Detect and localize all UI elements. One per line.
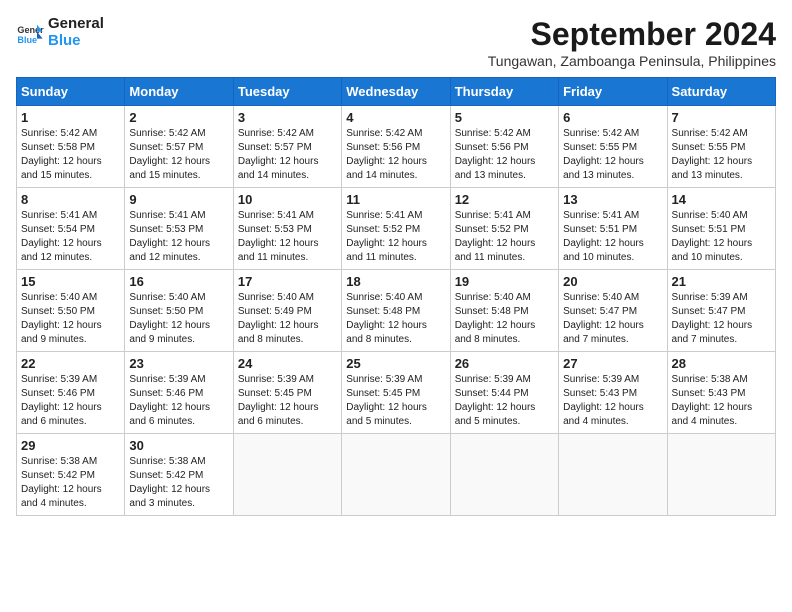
table-row: 22Sunrise: 5:39 AMSunset: 5:46 PMDayligh… (17, 352, 125, 434)
table-row: 21Sunrise: 5:39 AMSunset: 5:47 PMDayligh… (667, 270, 775, 352)
week-row-1: 1Sunrise: 5:42 AMSunset: 5:58 PMDaylight… (17, 106, 776, 188)
table-row: 8Sunrise: 5:41 AMSunset: 5:54 PMDaylight… (17, 188, 125, 270)
header-thursday: Thursday (450, 78, 558, 106)
table-row: 9Sunrise: 5:41 AMSunset: 5:53 PMDaylight… (125, 188, 233, 270)
table-row: 19Sunrise: 5:40 AMSunset: 5:48 PMDayligh… (450, 270, 558, 352)
svg-text:Blue: Blue (17, 34, 37, 44)
table-row: 18Sunrise: 5:40 AMSunset: 5:48 PMDayligh… (342, 270, 450, 352)
table-row: 26Sunrise: 5:39 AMSunset: 5:44 PMDayligh… (450, 352, 558, 434)
calendar-table: Sunday Monday Tuesday Wednesday Thursday… (16, 77, 776, 516)
table-row: 1Sunrise: 5:42 AMSunset: 5:58 PMDaylight… (17, 106, 125, 188)
table-row: 17Sunrise: 5:40 AMSunset: 5:49 PMDayligh… (233, 270, 341, 352)
table-row: 16Sunrise: 5:40 AMSunset: 5:50 PMDayligh… (125, 270, 233, 352)
table-row: 28Sunrise: 5:38 AMSunset: 5:43 PMDayligh… (667, 352, 775, 434)
table-row: 7Sunrise: 5:42 AMSunset: 5:55 PMDaylight… (667, 106, 775, 188)
logo-general: General (48, 16, 104, 33)
logo: General Blue General Blue (16, 16, 104, 49)
table-row: 20Sunrise: 5:40 AMSunset: 5:47 PMDayligh… (559, 270, 667, 352)
table-row: 2Sunrise: 5:42 AMSunset: 5:57 PMDaylight… (125, 106, 233, 188)
table-row (233, 434, 341, 516)
table-row: 24Sunrise: 5:39 AMSunset: 5:45 PMDayligh… (233, 352, 341, 434)
table-row (559, 434, 667, 516)
table-row: 14Sunrise: 5:40 AMSunset: 5:51 PMDayligh… (667, 188, 775, 270)
table-row: 6Sunrise: 5:42 AMSunset: 5:55 PMDaylight… (559, 106, 667, 188)
table-row: 15Sunrise: 5:40 AMSunset: 5:50 PMDayligh… (17, 270, 125, 352)
header-friday: Friday (559, 78, 667, 106)
header: General Blue General Blue September 2024… (16, 16, 776, 69)
location-title: Tungawan, Zamboanga Peninsula, Philippin… (488, 53, 776, 69)
table-row: 13Sunrise: 5:41 AMSunset: 5:51 PMDayligh… (559, 188, 667, 270)
table-row: 3Sunrise: 5:42 AMSunset: 5:57 PMDaylight… (233, 106, 341, 188)
table-row: 29Sunrise: 5:38 AMSunset: 5:42 PMDayligh… (17, 434, 125, 516)
header-wednesday: Wednesday (342, 78, 450, 106)
table-row: 27Sunrise: 5:39 AMSunset: 5:43 PMDayligh… (559, 352, 667, 434)
days-header-row: Sunday Monday Tuesday Wednesday Thursday… (17, 78, 776, 106)
month-title: September 2024 (488, 16, 776, 53)
header-monday: Monday (125, 78, 233, 106)
week-row-5: 29Sunrise: 5:38 AMSunset: 5:42 PMDayligh… (17, 434, 776, 516)
table-row: 12Sunrise: 5:41 AMSunset: 5:52 PMDayligh… (450, 188, 558, 270)
logo-blue: Blue (48, 33, 104, 50)
title-area: September 2024 Tungawan, Zamboanga Penin… (488, 16, 776, 69)
table-row: 5Sunrise: 5:42 AMSunset: 5:56 PMDaylight… (450, 106, 558, 188)
header-tuesday: Tuesday (233, 78, 341, 106)
table-row: 30Sunrise: 5:38 AMSunset: 5:42 PMDayligh… (125, 434, 233, 516)
table-row: 11Sunrise: 5:41 AMSunset: 5:52 PMDayligh… (342, 188, 450, 270)
table-row (450, 434, 558, 516)
logo-icon: General Blue (16, 19, 44, 47)
table-row: 4Sunrise: 5:42 AMSunset: 5:56 PMDaylight… (342, 106, 450, 188)
week-row-4: 22Sunrise: 5:39 AMSunset: 5:46 PMDayligh… (17, 352, 776, 434)
header-sunday: Sunday (17, 78, 125, 106)
table-row (342, 434, 450, 516)
header-saturday: Saturday (667, 78, 775, 106)
week-row-3: 15Sunrise: 5:40 AMSunset: 5:50 PMDayligh… (17, 270, 776, 352)
table-row: 10Sunrise: 5:41 AMSunset: 5:53 PMDayligh… (233, 188, 341, 270)
table-row: 23Sunrise: 5:39 AMSunset: 5:46 PMDayligh… (125, 352, 233, 434)
week-row-2: 8Sunrise: 5:41 AMSunset: 5:54 PMDaylight… (17, 188, 776, 270)
table-row (667, 434, 775, 516)
table-row: 25Sunrise: 5:39 AMSunset: 5:45 PMDayligh… (342, 352, 450, 434)
